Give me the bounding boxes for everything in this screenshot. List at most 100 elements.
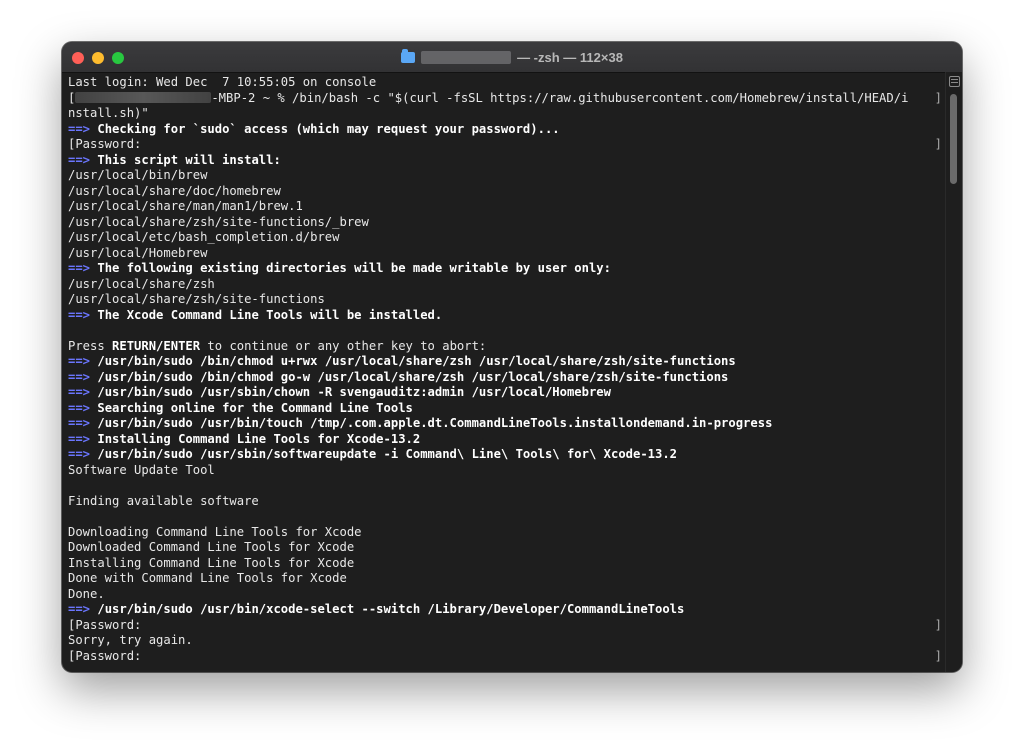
- line-bracket: ]: [934, 137, 942, 151]
- arrow-marker: ==>: [68, 354, 91, 368]
- line-text: /usr/bin/sudo /bin/chmod u+rwx /usr/loca…: [90, 354, 736, 368]
- terminal-line: Downloaded Command Line Tools for Xcode: [68, 540, 944, 556]
- terminal-line: Press RETURN/ENTER to continue or any ot…: [68, 339, 944, 355]
- line-text: /usr/local/share/doc/homebrew: [68, 183, 281, 198]
- line-text: /usr/bin/sudo /usr/bin/xcode-select --sw…: [90, 602, 685, 616]
- terminal-line: ==> This script will install:: [68, 153, 944, 169]
- line-text: Finding available software: [68, 493, 259, 508]
- line-text: Last login: Wed Dec 7 10:55:05 on consol…: [68, 75, 377, 89]
- line-text: /usr/bin/sudo /usr/sbin/chown -R svengau…: [90, 385, 611, 399]
- terminal-line: /usr/local/share/zsh/site-functions/_bre…: [68, 215, 944, 231]
- terminal-line: [Password:]: [68, 618, 944, 634]
- line-text: Installing Command Line Tools for Xcode: [68, 555, 355, 570]
- line-text: /usr/local/bin/brew: [68, 168, 208, 182]
- arrow-marker: ==>: [68, 416, 91, 430]
- title-bar[interactable]: — -zsh — 112×38: [62, 42, 962, 73]
- line-text: Checking for `sudo` access (which may re…: [90, 121, 560, 136]
- terminal-line: ==> Installing Command Line Tools for Xc…: [68, 432, 944, 448]
- terminal-line: Software Update Tool: [68, 463, 944, 479]
- terminal-line: ==> /usr/bin/sudo /usr/bin/xcode-select …: [68, 602, 944, 618]
- arrow-marker: ==>: [68, 400, 91, 415]
- terminal-line: /usr/local/share/man/man1/brew.1: [68, 199, 944, 215]
- line-text: [Password:: [68, 137, 142, 151]
- line-text: [Password:: [68, 617, 142, 632]
- terminal-line: ==> /usr/bin/sudo /bin/chmod u+rwx /usr/…: [68, 354, 944, 370]
- line-text: /usr/local/Homebrew: [68, 245, 208, 260]
- terminal-line: Installing Command Line Tools for Xcode: [68, 556, 944, 572]
- arrow-marker: ==>: [68, 602, 91, 616]
- line-text: Done with Command Line Tools for Xcode: [68, 571, 347, 585]
- line-text: /usr/local/etc/bash_completion.d/brew: [68, 230, 340, 244]
- line-bracket: ]: [934, 90, 942, 105]
- terminal-line: /usr/local/share/doc/homebrew: [68, 184, 944, 200]
- terminal-line: ==> /usr/bin/sudo /usr/sbin/softwareupda…: [68, 447, 944, 463]
- terminal-line: ==> The following existing directories w…: [68, 261, 944, 277]
- line-text: Done.: [68, 586, 105, 601]
- terminal-line: [Password:]: [68, 137, 944, 153]
- terminal-line: Downloading Command Line Tools for Xcode: [68, 525, 944, 541]
- arrow-marker: ==>: [68, 369, 91, 384]
- terminal-line: [Password:]: [68, 649, 944, 665]
- line-text: The following existing directories will …: [90, 261, 611, 275]
- terminal-window: — -zsh — 112×38 Last login: Wed Dec 7 10…: [62, 42, 962, 672]
- redacted-username: [421, 50, 512, 64]
- prompt-command: -MBP-2 ~ % /bin/bash -c "$(curl -fsSL ht…: [211, 90, 909, 105]
- arrow-marker: ==>: [68, 152, 91, 167]
- terminal-line: Last login: Wed Dec 7 10:55:05 on consol…: [68, 75, 944, 91]
- terminal-output[interactable]: Last login: Wed Dec 7 10:55:05 on consol…: [68, 75, 944, 665]
- arrow-marker: ==>: [68, 431, 91, 446]
- line-text: to continue or any other key to abort:: [200, 338, 487, 353]
- terminal-line: /usr/local/Homebrew: [68, 246, 944, 262]
- line-text: /usr/bin/sudo /bin/chmod go-w /usr/local…: [90, 369, 729, 384]
- line-text: [Password:: [68, 648, 142, 663]
- arrow-marker: ==>: [68, 385, 91, 399]
- scroll-marks-icon[interactable]: [949, 76, 960, 87]
- folder-icon: [401, 48, 416, 63]
- window-title-group: — -zsh — 112×38: [62, 42, 962, 72]
- arrow-marker: ==>: [68, 261, 91, 275]
- line-text: The Xcode Command Line Tools will be ins…: [90, 307, 443, 322]
- line-text: /usr/local/share/zsh: [68, 276, 215, 291]
- line-text: This script will install:: [90, 152, 281, 167]
- terminal-line: Finding available software: [68, 494, 944, 510]
- line-text: Installing Command Line Tools for Xcode-…: [90, 431, 421, 446]
- line-bracket: ]: [934, 617, 942, 632]
- terminal-line: nstall.sh)": [68, 106, 944, 122]
- window-title: — -zsh — 112×38: [517, 49, 623, 65]
- terminal-line: /usr/local/etc/bash_completion.d/brew: [68, 230, 944, 246]
- line-text: Downloading Command Line Tools for Xcode: [68, 524, 362, 539]
- terminal-line: ==> The Xcode Command Line Tools will be…: [68, 308, 944, 324]
- arrow-marker: ==>: [68, 447, 91, 461]
- terminal-line: /usr/local/share/zsh/site-functions: [68, 292, 944, 308]
- line-text: Downloaded Command Line Tools for Xcode: [68, 540, 355, 554]
- line-text: /usr/local/share/man/man1/brew.1: [68, 199, 303, 213]
- line-text: Sorry, try again.: [68, 633, 193, 647]
- terminal-line: [ -MBP-2 ~ % /bin/bash -c "$(curl -fsSL h…: [68, 91, 944, 107]
- scrollbar[interactable]: [945, 72, 962, 672]
- redacted-hostname: [75, 91, 212, 103]
- scroll-thumb[interactable]: [950, 94, 957, 184]
- line-text: /usr/local/share/zsh/site-functions/_bre…: [68, 214, 369, 229]
- line-bracket: ]: [934, 648, 942, 663]
- terminal-line: /usr/local/bin/brew: [68, 168, 944, 184]
- line-bracket: [: [68, 90, 76, 105]
- line-text: Searching online for the Command Line To…: [90, 400, 413, 415]
- line-text: nstall.sh)": [68, 106, 149, 120]
- line-text-bold: RETURN/ENTER: [112, 338, 201, 353]
- terminal-line: ==> /usr/bin/sudo /bin/chmod go-w /usr/l…: [68, 370, 944, 386]
- line-text: /usr/local/share/zsh/site-functions: [68, 292, 325, 306]
- terminal-line: ==> Searching online for the Command Lin…: [68, 401, 944, 417]
- terminal-line: Done.: [68, 587, 944, 603]
- terminal-line: ==> Checking for `sudo` access (which ma…: [68, 122, 944, 138]
- line-text: /usr/bin/sudo /usr/sbin/softwareupdate -…: [90, 447, 678, 461]
- terminal-line: Done with Command Line Tools for Xcode: [68, 571, 944, 587]
- arrow-marker: ==>: [68, 121, 91, 136]
- terminal-line: Sorry, try again.: [68, 633, 944, 649]
- terminal-line: ==> /usr/bin/sudo /usr/sbin/chown -R sve…: [68, 385, 944, 401]
- line-text: Press: [68, 338, 113, 353]
- terminal-line: /usr/local/share/zsh: [68, 277, 944, 293]
- line-text: Software Update Tool: [68, 462, 215, 477]
